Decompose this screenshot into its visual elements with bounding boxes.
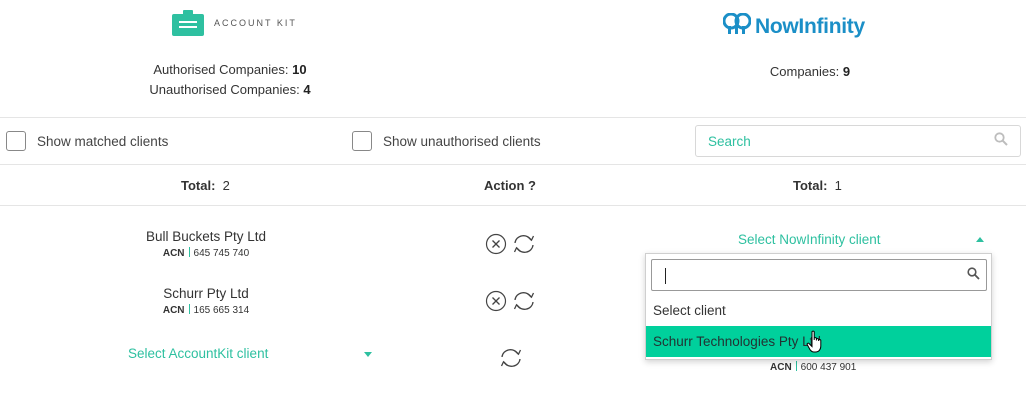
checkbox-box[interactable]	[6, 131, 26, 151]
hand-cursor-icon	[806, 330, 826, 359]
client-name: Bull Buckets Pty Ltd	[145, 229, 267, 244]
accountkit-logo: ACCOUNT KIT	[172, 10, 297, 36]
client-name: Schurr Pty Ltd	[163, 286, 249, 301]
select-nowinfinity-client[interactable]: Select NowInfinity client	[738, 232, 881, 247]
table-row: Schurr Pty Ltd ACN 165 665 314	[106, 286, 306, 316]
sync-icon[interactable]	[498, 349, 524, 373]
row-actions	[485, 290, 535, 312]
client-acn: ACN 165 665 314	[162, 304, 250, 316]
action-header: Action ?	[484, 178, 536, 193]
dropdown-option[interactable]: Select client	[646, 295, 991, 326]
dropdown-search-input[interactable]	[651, 259, 987, 291]
search-icon	[967, 267, 980, 285]
search-icon[interactable]	[994, 131, 1008, 151]
divider	[0, 117, 1026, 118]
row-actions	[498, 347, 524, 374]
right-total: Total: 1	[793, 178, 842, 193]
unauthorised-companies: Unauthorised Companies: 4	[149, 82, 311, 97]
nowinfinity-stats: Companies: 9	[769, 64, 851, 79]
left-total: Total: 2	[181, 178, 230, 193]
checkbox-box[interactable]	[352, 131, 372, 151]
nowinfinity-logo-icon	[722, 12, 752, 40]
row-actions	[485, 233, 535, 255]
nowinfinity-brand: NowInfinity	[755, 14, 865, 38]
search-placeholder: Search	[708, 133, 751, 149]
nowinfinity-logo: NowInfinity	[722, 12, 865, 40]
cancel-circle-icon[interactable]	[485, 233, 507, 255]
show-unauthorised-checkbox[interactable]: Show unauthorised clients	[352, 131, 541, 151]
divider	[0, 205, 1026, 206]
briefcase-icon	[172, 10, 204, 36]
accountkit-stats: Authorised Companies: 10 Unauthorised Co…	[0, 60, 460, 100]
client-acn: ACN 600 437 901	[770, 361, 857, 373]
accountkit-brand: ACCOUNT KIT	[214, 18, 297, 28]
text-caret	[665, 268, 666, 284]
table-row: Bull Buckets Pty Ltd ACN 645 745 740	[106, 229, 306, 259]
chevron-up-icon[interactable]	[976, 237, 984, 242]
sync-icon[interactable]	[511, 290, 535, 312]
search-input[interactable]: Search	[695, 125, 1021, 157]
client-acn: ACN 645 745 740	[162, 247, 250, 259]
select-accountkit-client[interactable]: Select AccountKit client	[128, 346, 268, 361]
authorised-companies: Authorised Companies: 10	[153, 62, 307, 77]
cancel-circle-icon[interactable]	[485, 290, 507, 312]
divider	[0, 164, 1026, 165]
sync-icon[interactable]	[511, 233, 535, 255]
show-matched-checkbox[interactable]: Show matched clients	[6, 131, 168, 151]
chevron-down-icon[interactable]	[364, 352, 372, 357]
